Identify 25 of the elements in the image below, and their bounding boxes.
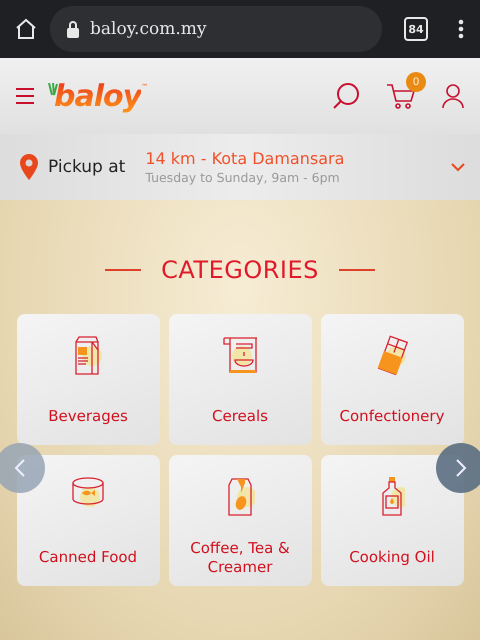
- chevron-down-icon[interactable]: [450, 162, 466, 172]
- category-card[interactable]: Confectionery: [320, 314, 464, 445]
- pickup-location: 14 km - Kota Damansara: [145, 149, 346, 168]
- lock-icon: [66, 20, 80, 38]
- chevron-right-icon: [455, 458, 467, 478]
- location-pin-icon: [20, 154, 38, 180]
- home-icon[interactable]: [14, 17, 38, 41]
- category-card[interactable]: Cereals: [168, 314, 312, 445]
- category-card[interactable]: Coffee, Tea & Creamer: [168, 455, 312, 586]
- search-icon[interactable]: [332, 82, 360, 110]
- pickup-bar[interactable]: Pickup at 14 km - Kota Damansara Tuesday to Sunday, 9am - 6pm: [0, 134, 480, 200]
- menu-icon[interactable]: [16, 87, 34, 105]
- category-card[interactable]: Beverages: [16, 314, 160, 445]
- url-text: baloy.com.my: [90, 19, 206, 39]
- pickup-label: Pickup at: [48, 157, 126, 177]
- chevron-left-icon: [14, 458, 26, 478]
- account-icon[interactable]: [442, 83, 464, 109]
- category-card[interactable]: Canned Food: [16, 455, 160, 586]
- cart-button[interactable]: 0: [386, 72, 426, 110]
- tab-count[interactable]: 84: [404, 17, 428, 41]
- address-bar[interactable]: baloy.com.my: [50, 6, 382, 52]
- cart-count-badge: 0: [406, 72, 426, 92]
- categories-title: CATEGORIES: [161, 256, 319, 284]
- category-card[interactable]: Cooking Oil: [320, 455, 464, 586]
- pickup-hours: Tuesday to Sunday, 9am - 6pm: [145, 170, 341, 185]
